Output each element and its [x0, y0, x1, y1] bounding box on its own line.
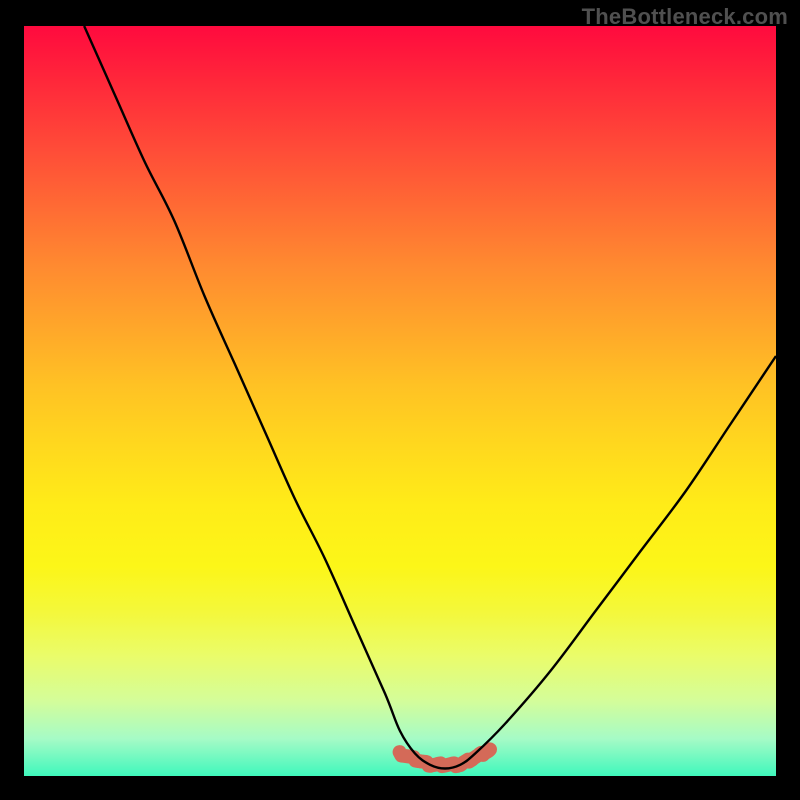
watermark-text: TheBottleneck.com	[582, 4, 788, 30]
chart-stage: TheBottleneck.com	[0, 0, 800, 800]
bottleneck-curve	[84, 26, 776, 769]
plot-area	[24, 26, 776, 776]
chart-svg	[24, 26, 776, 776]
